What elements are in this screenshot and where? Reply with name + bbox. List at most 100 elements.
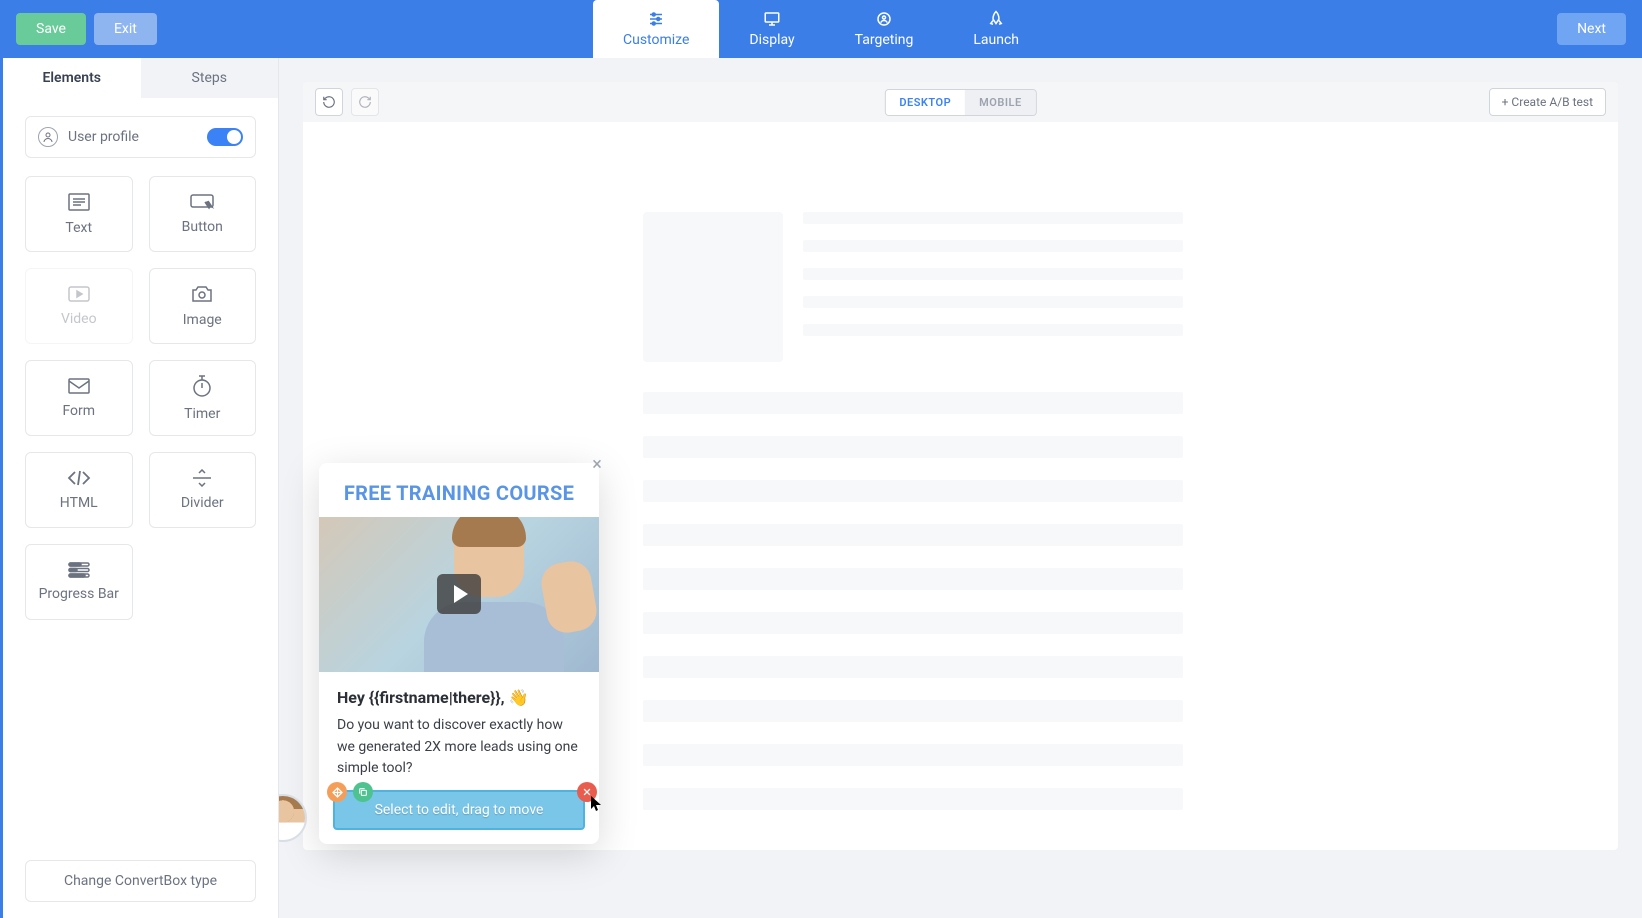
popup-body[interactable]: Hey {{firstname|there}}, 👋 Do you want t…	[319, 672, 599, 790]
element-label: Video	[61, 311, 97, 327]
select-bar-wrap: Select to edit, drag to move	[319, 790, 599, 844]
user-profile-toggle[interactable]	[207, 128, 243, 146]
sidebar-tabs: Elements Steps	[3, 58, 278, 98]
user-profile-label-wrap: User profile	[38, 127, 139, 147]
sidebar: Elements Steps User profile Text	[3, 58, 279, 918]
popup-close-button[interactable]: ×	[587, 455, 607, 475]
view-desktop[interactable]: DESKTOP	[885, 90, 965, 115]
text-lines-icon	[67, 192, 91, 212]
element-html[interactable]: HTML	[25, 452, 133, 528]
redo-button[interactable]	[351, 88, 379, 116]
element-label: Timer	[184, 406, 220, 422]
canvas-toolbar: DESKTOP MOBILE + Create A/B test	[303, 82, 1618, 122]
avatar-face-icon	[279, 796, 305, 840]
tab-label: Customize	[623, 32, 689, 48]
save-button[interactable]: Save	[16, 13, 86, 45]
top-bar: Save Exit Customize Display Targeting La…	[0, 0, 1642, 58]
placeholder-line	[803, 212, 1183, 224]
popup-title[interactable]: FREE TRAINING COURSE	[319, 463, 599, 517]
undo-icon	[322, 95, 336, 109]
element-label: Button	[182, 219, 223, 235]
progress-bar-icon	[67, 562, 91, 578]
user-icon	[38, 127, 58, 147]
camera-icon	[190, 284, 214, 304]
monitor-icon	[763, 10, 781, 28]
undo-button[interactable]	[315, 88, 343, 116]
canvas-wrap: DESKTOP MOBILE + Create A/B test	[279, 58, 1642, 918]
placeholder-wide-line	[643, 436, 1183, 458]
placeholder-wide-line	[643, 788, 1183, 810]
avatar-bubble[interactable]	[279, 794, 307, 842]
duplicate-icon[interactable]	[353, 782, 373, 802]
video-icon	[67, 285, 91, 303]
history-controls	[315, 88, 379, 116]
sidebar-body: User profile Text Button Video	[3, 98, 278, 844]
placeholder-wide-line	[643, 612, 1183, 634]
placeholder-wide-line	[643, 480, 1183, 502]
placeholder-wide-line	[643, 568, 1183, 590]
next-button[interactable]: Next	[1557, 13, 1626, 45]
create-ab-test-button[interactable]: + Create A/B test	[1489, 88, 1606, 116]
wave-emoji: 👋	[509, 688, 529, 707]
sidebar-footer: Change ConvertBox type	[3, 844, 278, 918]
cursor-arrow-icon	[591, 796, 603, 812]
button-icon	[189, 193, 215, 211]
element-text[interactable]: Text	[25, 176, 133, 252]
rocket-icon	[987, 10, 1005, 28]
placeholder-line	[803, 324, 1183, 336]
placeholder-wide-line	[643, 744, 1183, 766]
element-label: HTML	[60, 495, 98, 511]
user-profile-label: User profile	[68, 129, 139, 145]
sidebar-tab-steps[interactable]: Steps	[141, 58, 279, 98]
greeting-text: Hey {{firstname|there}},	[337, 688, 509, 707]
redo-icon	[358, 95, 372, 109]
element-label: Progress Bar	[39, 586, 119, 602]
popup-preview[interactable]: × FREE TRAINING COURSE Hey {{firstname|t…	[319, 463, 599, 844]
divider-icon	[191, 469, 213, 487]
placeholder-row	[643, 212, 1578, 362]
tab-customize[interactable]: Customize	[593, 0, 719, 58]
tab-label: Display	[749, 32, 794, 48]
element-label: Image	[183, 312, 222, 328]
element-label: Divider	[181, 495, 224, 511]
canvas[interactable]: × FREE TRAINING COURSE Hey {{firstname|t…	[303, 122, 1618, 850]
popup-greeting: Hey {{firstname|there}}, 👋	[337, 688, 581, 707]
popup-text: Do you want to discover exactly how we g…	[337, 715, 581, 780]
tab-launch[interactable]: Launch	[943, 0, 1049, 58]
view-mobile[interactable]: MOBILE	[965, 90, 1036, 115]
placeholder-wide-line	[643, 392, 1183, 414]
user-profile-row: User profile	[25, 116, 256, 158]
envelope-icon	[67, 377, 91, 395]
tab-label: Targeting	[855, 32, 914, 48]
tab-targeting[interactable]: Targeting	[825, 0, 944, 58]
code-icon	[67, 469, 91, 487]
toolbar-right: + Create A/B test	[1489, 88, 1606, 116]
target-icon	[875, 10, 893, 28]
popup-video[interactable]	[319, 517, 599, 672]
element-image[interactable]: Image	[149, 268, 257, 344]
elements-grid: Text Button Video Image Form	[25, 176, 256, 620]
element-video[interactable]: Video	[25, 268, 133, 344]
tab-display[interactable]: Display	[719, 0, 824, 58]
element-divider[interactable]: Divider	[149, 452, 257, 528]
person-illustration	[404, 517, 599, 672]
element-form[interactable]: Form	[25, 360, 133, 436]
change-convertbox-type-button[interactable]: Change ConvertBox type	[25, 860, 256, 902]
view-switch: DESKTOP MOBILE	[884, 89, 1036, 116]
topbar-tabs: Customize Display Targeting Launch	[593, 0, 1049, 58]
element-progress-bar[interactable]: Progress Bar	[25, 544, 133, 620]
element-button[interactable]: Button	[149, 176, 257, 252]
tab-label: Launch	[973, 32, 1019, 48]
sidebar-tab-elements[interactable]: Elements	[3, 58, 141, 98]
canvas-toolbar-wrap: DESKTOP MOBILE + Create A/B test	[303, 82, 1618, 122]
play-button-icon[interactable]	[437, 574, 481, 614]
placeholder-line	[803, 268, 1183, 280]
placeholder-wide-line	[643, 656, 1183, 678]
placeholder-wide-line	[643, 524, 1183, 546]
element-timer[interactable]: Timer	[149, 360, 257, 436]
exit-button[interactable]: Exit	[94, 13, 157, 45]
placeholder-wide-line	[643, 700, 1183, 722]
placeholder-box	[643, 212, 783, 362]
sliders-icon	[647, 10, 665, 28]
move-handle-icon[interactable]	[327, 782, 347, 802]
